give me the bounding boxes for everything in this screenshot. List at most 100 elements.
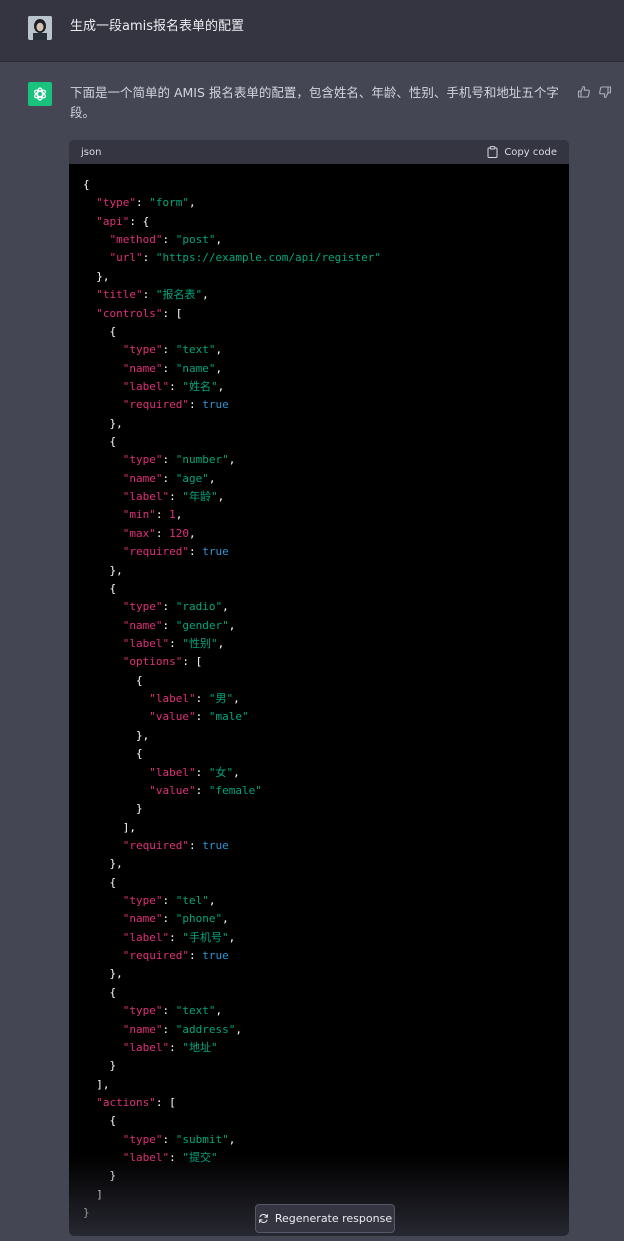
code-line: "url": "https://example.com/api/register… bbox=[83, 249, 555, 267]
clipboard-icon bbox=[487, 146, 498, 158]
thumbs-down-button[interactable] bbox=[598, 84, 612, 99]
code-line: "label": "地址" bbox=[83, 1039, 555, 1057]
code-line: "label": "手机号", bbox=[83, 929, 555, 947]
code-line: "label": "提交" bbox=[83, 1149, 555, 1167]
code-content[interactable]: { "type": "form", "api": { "method": "po… bbox=[69, 164, 569, 1222]
regenerate-response-button[interactable]: Regenerate response bbox=[255, 1204, 395, 1233]
code-key: "name" bbox=[122, 912, 163, 926]
regenerate-label: Regenerate response bbox=[274, 1212, 393, 1225]
code-key: "name" bbox=[122, 618, 163, 632]
code-punctuation: ] bbox=[96, 1187, 103, 1201]
code-number: 1 bbox=[169, 508, 176, 522]
code-line: } bbox=[83, 1057, 555, 1075]
code-key: "type" bbox=[122, 1004, 163, 1018]
code-boolean: true bbox=[202, 545, 229, 559]
code-line: "label": "年龄", bbox=[83, 488, 555, 506]
code-string: "tel" bbox=[175, 894, 209, 908]
code-punctuation: ], bbox=[96, 1077, 110, 1091]
code-line: { bbox=[83, 433, 555, 451]
code-key: "label" bbox=[122, 1151, 170, 1165]
code-line: { bbox=[83, 176, 555, 194]
code-line: "controls": [ bbox=[83, 305, 555, 323]
code-line: "name": "phone", bbox=[83, 910, 555, 928]
code-punctuation: : bbox=[169, 930, 183, 944]
refresh-icon bbox=[258, 1214, 268, 1223]
code-key: "required" bbox=[122, 398, 189, 412]
code-key: "name" bbox=[122, 1022, 163, 1036]
thumbs-up-button[interactable] bbox=[577, 84, 591, 98]
user-avatar bbox=[28, 16, 52, 40]
code-punctuation: } bbox=[135, 802, 143, 816]
code-punctuation: , bbox=[228, 1132, 236, 1146]
code-string: "gender" bbox=[175, 618, 229, 632]
code-key: "name" bbox=[122, 361, 163, 375]
code-key: "actions" bbox=[96, 1095, 156, 1109]
code-punctuation: , bbox=[228, 453, 236, 467]
code-string: "手机号" bbox=[182, 930, 229, 944]
code-key: "type" bbox=[122, 343, 163, 357]
code-punctuation: , bbox=[217, 490, 225, 504]
code-punctuation: : [ bbox=[155, 1095, 176, 1109]
code-key: "required" bbox=[122, 949, 189, 963]
code-line: }, bbox=[83, 727, 555, 745]
code-punctuation: }, bbox=[96, 269, 110, 283]
code-punctuation: }, bbox=[109, 416, 123, 430]
code-boolean: true bbox=[202, 838, 229, 852]
code-line: "label": "性别", bbox=[83, 635, 555, 653]
code-punctuation: : bbox=[162, 894, 176, 908]
user-message-row: 生成一段amis报名表单的配置 bbox=[0, 0, 624, 62]
code-string: "number" bbox=[175, 453, 229, 467]
code-key: "label" bbox=[122, 1040, 170, 1054]
code-punctuation: : bbox=[169, 1040, 183, 1054]
code-line: "name": "gender", bbox=[83, 617, 555, 635]
code-punctuation: : bbox=[155, 508, 170, 522]
copy-code-button[interactable]: Copy code bbox=[487, 146, 557, 158]
code-punctuation: { bbox=[83, 178, 90, 191]
code-punctuation: { bbox=[109, 985, 117, 999]
user-message-text: 生成一段amis报名表单的配置 bbox=[70, 19, 245, 34]
code-line: ], bbox=[83, 1076, 555, 1094]
code-string: "name" bbox=[175, 361, 216, 375]
code-punctuation: { bbox=[109, 875, 117, 889]
code-line: "name": "name", bbox=[83, 360, 555, 378]
code-key: "label" bbox=[122, 379, 170, 393]
code-string: "radio" bbox=[175, 600, 223, 614]
code-key: "type" bbox=[122, 1132, 163, 1146]
code-line: "type": "text", bbox=[83, 341, 555, 359]
code-punctuation: : bbox=[188, 838, 203, 852]
code-line: "min": 1, bbox=[83, 506, 555, 524]
code-punctuation: { bbox=[109, 1114, 117, 1128]
code-punctuation: : bbox=[162, 343, 176, 357]
code-string: "女" bbox=[208, 765, 234, 779]
code-string: "地址" bbox=[182, 1040, 218, 1054]
code-string: "text" bbox=[175, 343, 216, 357]
code-line: "actions": [ bbox=[83, 1094, 555, 1112]
code-line: }, bbox=[83, 855, 555, 873]
code-string: "男" bbox=[208, 692, 234, 706]
code-line: { bbox=[83, 874, 555, 892]
